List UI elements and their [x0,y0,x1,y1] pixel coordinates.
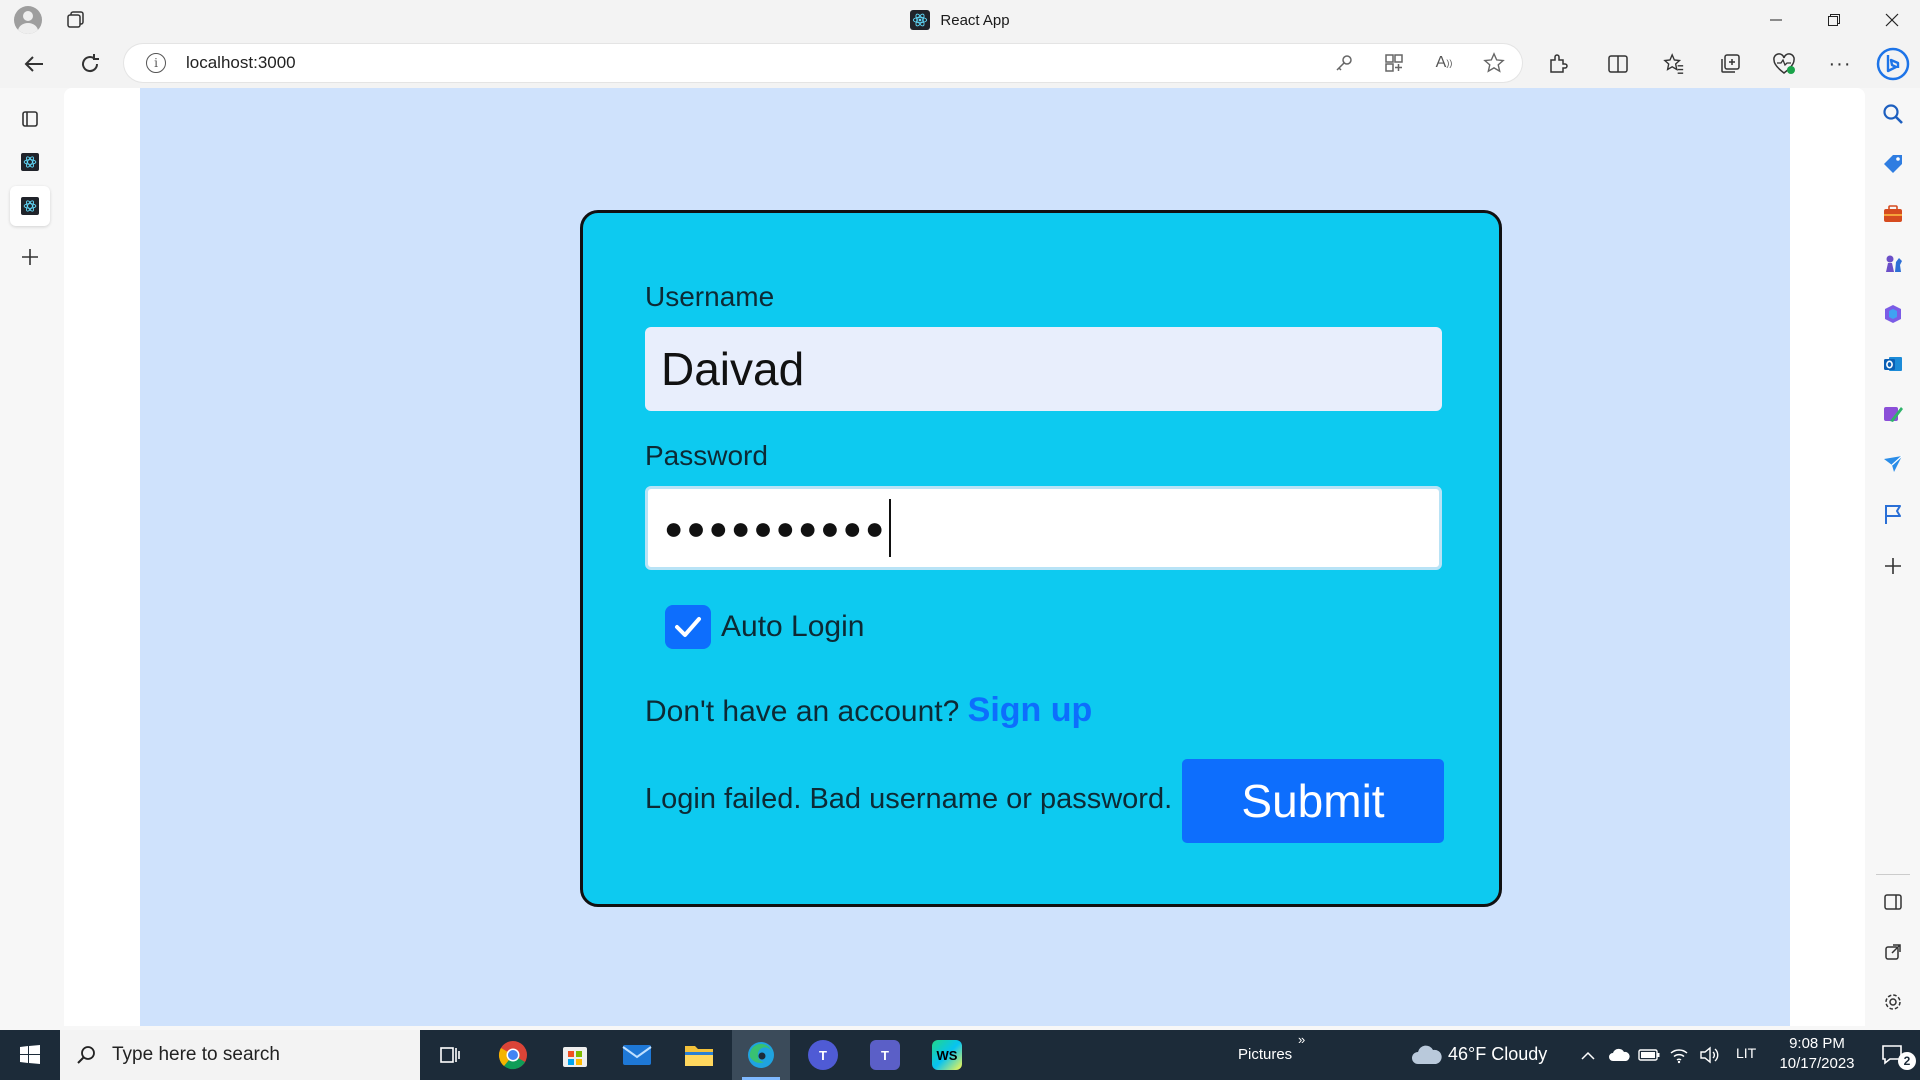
edge-app-icon[interactable] [732,1030,790,1080]
notification-center-icon[interactable]: 2 [1866,1030,1920,1080]
react-favicon-icon [21,153,39,171]
search-icon [77,1046,95,1064]
auto-login-control[interactable]: Auto Login [665,605,864,649]
more-options-icon[interactable]: ··· [1826,50,1854,78]
sidebar-divider [1876,874,1910,875]
read-aloud-icon[interactable]: A)) [1432,51,1456,75]
bing-copilot-icon[interactable] [1873,44,1913,84]
file-explorer-icon[interactable] [670,1030,728,1080]
minimize-button[interactable] [1748,0,1804,40]
designer-icon[interactable] [1881,402,1905,426]
windows-taskbar: Type here to search T T WS Pictures » 46… [0,1030,1920,1080]
wifi-icon[interactable] [1666,1030,1692,1080]
navigation-toolbar: i localhost:3000 A)) ··· [0,40,1920,88]
page-background: Username Daivad Password ●●●●●●●●●● Auto… [140,88,1790,1026]
refresh-icon[interactable] [76,50,104,78]
clock-time: 9:08 PM [1789,1035,1845,1052]
pictures-toolbar-label[interactable]: Pictures [1238,1046,1292,1063]
drop-send-icon[interactable] [1881,452,1905,476]
password-key-icon[interactable] [1332,51,1356,75]
signup-prompt-row: Don't have an account? Sign up [645,691,1092,730]
new-tab-plus-icon[interactable] [10,237,50,277]
username-value: Daivad [661,343,805,395]
site-info-icon[interactable]: i [146,53,166,73]
taskbar-search-box[interactable]: Type here to search [60,1030,420,1080]
notification-count-badge: 2 [1898,1052,1916,1070]
signup-prompt-text: Don't have an account? [645,695,960,728]
search-icon[interactable] [1881,102,1905,126]
tools-briefcase-icon[interactable] [1881,202,1905,226]
chrome-app-icon[interactable] [484,1030,542,1080]
show-hidden-icons-chevron-icon[interactable] [1576,1030,1600,1080]
input-language-indicator[interactable]: LIT [1736,1045,1756,1061]
browser-title-bar: React App [0,0,1920,40]
back-arrow-icon[interactable] [20,50,48,78]
games-chess-icon[interactable] [1881,252,1905,276]
favorite-star-icon[interactable] [1482,51,1506,75]
weather-text[interactable]: 46°F Cloudy [1448,1044,1547,1065]
teams-app-icon-1[interactable]: T [794,1030,852,1080]
checkmark-icon [675,617,701,637]
split-screen-icon[interactable] [1604,50,1632,78]
volume-speaker-icon[interactable] [1696,1030,1722,1080]
address-bar[interactable]: i localhost:3000 A)) [124,44,1522,82]
url-text[interactable]: localhost:3000 [186,53,296,73]
webstorm-app-icon[interactable]: WS [918,1030,976,1080]
edge-sidebar [1866,88,1920,1030]
teams-icon: T [808,1040,838,1070]
cloudy-weather-icon[interactable] [1406,1030,1446,1080]
username-input[interactable]: Daivad [645,327,1442,411]
battery-icon[interactable] [1636,1030,1662,1080]
close-button[interactable] [1864,0,1920,40]
taskbar-search-placeholder: Type here to search [112,1044,280,1065]
password-label: Password [645,440,768,471]
text-caret [889,499,892,557]
add-sidebar-app-plus-icon[interactable] [1881,554,1905,578]
collections-icon[interactable] [1716,50,1744,78]
submit-button[interactable]: Submit [1182,759,1444,843]
teams-icon: T [870,1040,900,1070]
favorites-icon[interactable] [1660,50,1688,78]
browser-essentials-icon[interactable] [1770,50,1798,78]
outlook-icon[interactable] [1881,352,1905,376]
auto-login-checkbox[interactable] [665,605,711,649]
auto-login-label: Auto Login [721,610,865,643]
clock[interactable]: 9:08 PM 10/17/2023 [1770,1032,1864,1078]
restore-button[interactable] [1806,0,1862,40]
password-input[interactable]: ●●●●●●●●●● [645,486,1442,570]
settings-gear-icon[interactable] [1881,990,1905,1014]
toolbar-expand-chevron-icon[interactable]: » [1298,1032,1305,1047]
signup-link[interactable]: Sign up [968,691,1093,729]
shopping-tag-icon[interactable] [1881,152,1905,176]
login-card: Username Daivad Password ●●●●●●●●●● Auto… [580,210,1502,907]
username-label: Username [645,281,775,312]
microsoft-store-icon[interactable] [546,1030,604,1080]
react-favicon-icon [21,197,39,215]
mail-app-icon[interactable] [608,1030,666,1080]
password-masked-value: ●●●●●●●●●● [664,509,888,546]
task-view-icon[interactable] [422,1030,480,1080]
webstorm-icon: WS [932,1040,962,1070]
tab-actions-menu-icon[interactable] [10,99,50,139]
page-viewport: Username Daivad Password ●●●●●●●●●● Auto… [64,88,1865,1026]
windows-start-icon[interactable] [0,1030,60,1080]
extensions-icon[interactable] [1544,50,1572,78]
hide-sidebar-icon[interactable] [1881,890,1905,914]
tab-react-app-2[interactable] [10,186,50,226]
app-available-icon[interactable] [1382,51,1406,75]
microsoft-365-icon[interactable] [1881,302,1905,326]
tab-react-app-1[interactable] [10,142,50,182]
vertical-tab-strip [0,88,60,1030]
react-favicon-icon [910,10,931,30]
flag-icon[interactable] [1881,502,1905,526]
clock-date: 10/17/2023 [1779,1055,1855,1072]
login-error-message: Login failed. Bad username or password. [645,783,1173,815]
open-external-icon[interactable] [1881,940,1905,964]
window-title: React App [940,11,1010,29]
onedrive-cloud-icon[interactable] [1606,1030,1632,1080]
teams-app-icon-2[interactable]: T [856,1030,914,1080]
